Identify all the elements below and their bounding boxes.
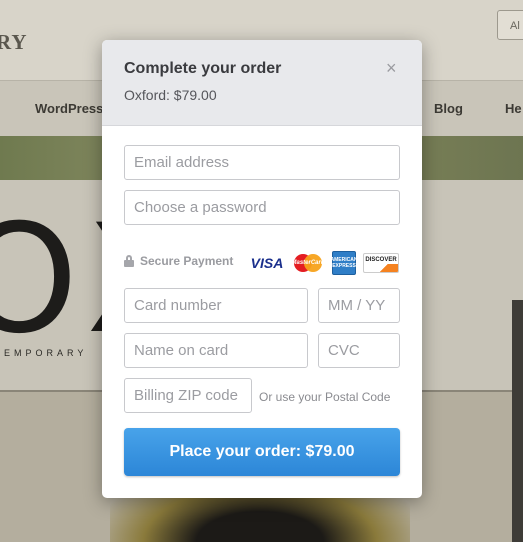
visa-icon: VISA [250,255,284,271]
bg-nav-item: Blog [434,101,463,116]
name-on-card-field[interactable] [124,333,308,368]
expiry-field[interactable] [318,288,400,323]
email-field[interactable] [124,145,400,180]
password-field[interactable] [124,190,400,225]
close-icon[interactable]: × [386,58,397,79]
bg-logo: RY [0,30,28,54]
modal-title: Complete your order [124,60,282,77]
amex-icon: AMERICAN EXPRESS [331,251,357,275]
cvc-field[interactable] [318,333,400,368]
bg-tagline: EMPORARY [4,348,88,358]
checkout-modal: Complete your order Oxford: $79.00 × Sec… [102,40,422,498]
order-summary: Oxford: $79.00 [124,87,217,103]
secure-payment: Secure Payment [124,252,233,270]
place-order-button[interactable]: Place your order: $79.00 [124,428,400,476]
modal-header: Complete your order Oxford: $79.00 × [102,40,422,126]
zip-hint: Or use your Postal Code [259,390,391,404]
bg-pillar [512,300,523,542]
discover-icon: DISCOVER [363,253,399,273]
card-number-field[interactable] [124,288,308,323]
mastercard-icon: MasterCard [291,252,325,274]
bg-nav-item: He [505,101,522,116]
bg-corner-button: Al [497,10,523,40]
zip-field[interactable] [124,378,252,413]
card-logos: VISA MasterCard AMERICAN EXPRESS DISCOVE… [250,251,399,275]
bg-nav-item: WordPress [35,101,104,116]
lock-icon [124,255,134,267]
secure-payment-label: Secure Payment [140,254,234,268]
